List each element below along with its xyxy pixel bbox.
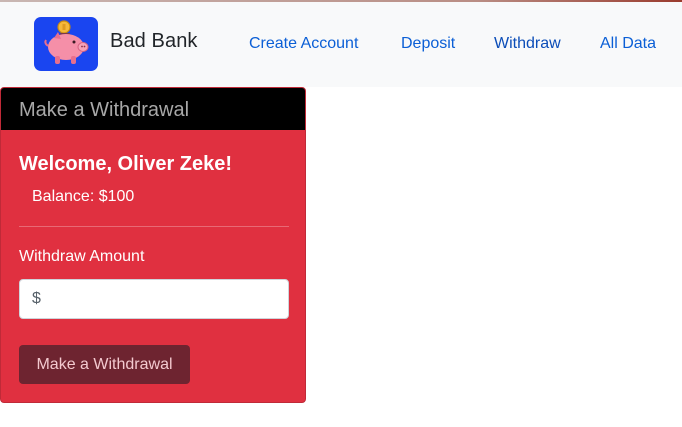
- withdraw-card: Make a Withdrawal Welcome, Oliver Zeke! …: [0, 87, 306, 403]
- nav-withdraw[interactable]: Withdraw: [494, 35, 561, 53]
- nav-deposit[interactable]: Deposit: [401, 35, 455, 53]
- welcome-message: Welcome, Oliver Zeke!: [19, 153, 233, 175]
- brand-name[interactable]: Bad Bank: [110, 30, 198, 53]
- divider: [19, 226, 289, 227]
- withdraw-amount-label: Withdraw Amount: [19, 248, 145, 265]
- balance-text: Balance: $100: [32, 188, 135, 205]
- card-title: Make a Withdrawal: [19, 99, 190, 121]
- nav-all-data[interactable]: All Data: [600, 35, 656, 53]
- piggy-bank-icon[interactable]: [34, 17, 98, 71]
- nav-create-account[interactable]: Create Account: [249, 35, 358, 53]
- navbar: Bad Bank Create Account Deposit Withdraw…: [0, 2, 682, 87]
- card-header: Make a Withdrawal: [1, 88, 305, 130]
- make-withdrawal-button[interactable]: Make a Withdrawal: [19, 345, 190, 384]
- withdraw-amount-input[interactable]: [19, 279, 289, 319]
